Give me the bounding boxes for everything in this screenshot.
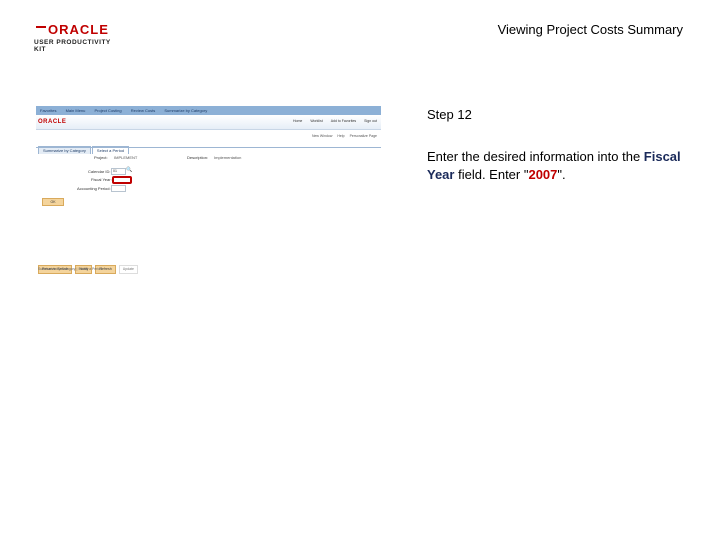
menu-item-summarize[interactable]: Summarize by Category — [164, 108, 207, 113]
logo-product: USER PRODUCTIVITY KIT — [34, 39, 111, 53]
instruction-part2: field. Enter " — [454, 167, 529, 182]
oracle-upk-logo: ORACLE USER PRODUCTIVITY KIT — [34, 22, 124, 53]
new-window-link[interactable]: New Window — [312, 134, 332, 138]
top-links: Home Worklist Add to Favorites Sign out — [286, 119, 377, 123]
calendar-id-label: Calendar ID: — [88, 169, 111, 174]
brand-bar: ORACLE Home Worklist Add to Favorites Si… — [36, 115, 381, 130]
logo-brand: ORACLE — [48, 22, 109, 37]
instruction-value: 2007 — [528, 167, 558, 182]
app-screenshot: Favorites Main Menu Project Costing Revi… — [36, 106, 381, 276]
menu-item-review-costs[interactable]: Review Costs — [131, 108, 155, 113]
project-value: IMPLEMENT — [114, 155, 138, 160]
menu-item-favorites[interactable]: Favorites — [40, 108, 56, 113]
description-value: Implementation — [214, 155, 242, 160]
instruction-part3: ". — [557, 167, 566, 182]
page-footer-links[interactable]: Summarize by Category | Select a Period — [38, 267, 102, 271]
lookup-icon[interactable]: 🔍 — [126, 167, 132, 173]
project-label: Project: — [94, 155, 108, 160]
accounting-period-label: Accounting Period: — [77, 186, 111, 191]
instruction-text: Enter the desired information into the F… — [427, 148, 689, 184]
ok-button[interactable]: OK — [42, 198, 64, 206]
tab-strip: Summarize by Category Select a Period — [38, 139, 130, 154]
instruction-part1: Enter the desired information into the — [427, 149, 644, 164]
personalize-link[interactable]: Personalize Page — [350, 134, 377, 138]
help-link[interactable]: Help — [337, 134, 344, 138]
add-favorites-link[interactable]: Add to Favorites — [331, 119, 356, 123]
step-number: Step 12 — [427, 107, 472, 122]
description-label: Description: — [187, 155, 209, 160]
logo-accent-line — [36, 26, 46, 28]
calendar-id-field[interactable]: 01 — [111, 168, 126, 175]
accounting-period-field[interactable] — [111, 185, 126, 192]
update-button[interactable]: Update — [118, 265, 138, 274]
button-row: Return to Search Notify Refresh Update — [38, 257, 141, 275]
tab-divider — [36, 147, 381, 148]
home-link[interactable]: Home — [293, 119, 302, 123]
fiscal-year-label: Fiscal Year: — [91, 177, 112, 182]
menu-item-project-costing[interactable]: Project Costing — [95, 108, 122, 113]
fiscal-year-field[interactable] — [112, 176, 132, 184]
page-title: Viewing Project Costs Summary — [497, 22, 683, 37]
menu-bar: Favorites Main Menu Project Costing Revi… — [36, 106, 381, 115]
worklist-link[interactable]: Worklist — [310, 119, 322, 123]
sign-out-link[interactable]: Sign out — [364, 119, 377, 123]
page-links: New Window Help Personalize Page — [308, 134, 377, 138]
app-logo: ORACLE — [38, 119, 67, 125]
menu-item-main-menu[interactable]: Main Menu — [66, 108, 86, 113]
